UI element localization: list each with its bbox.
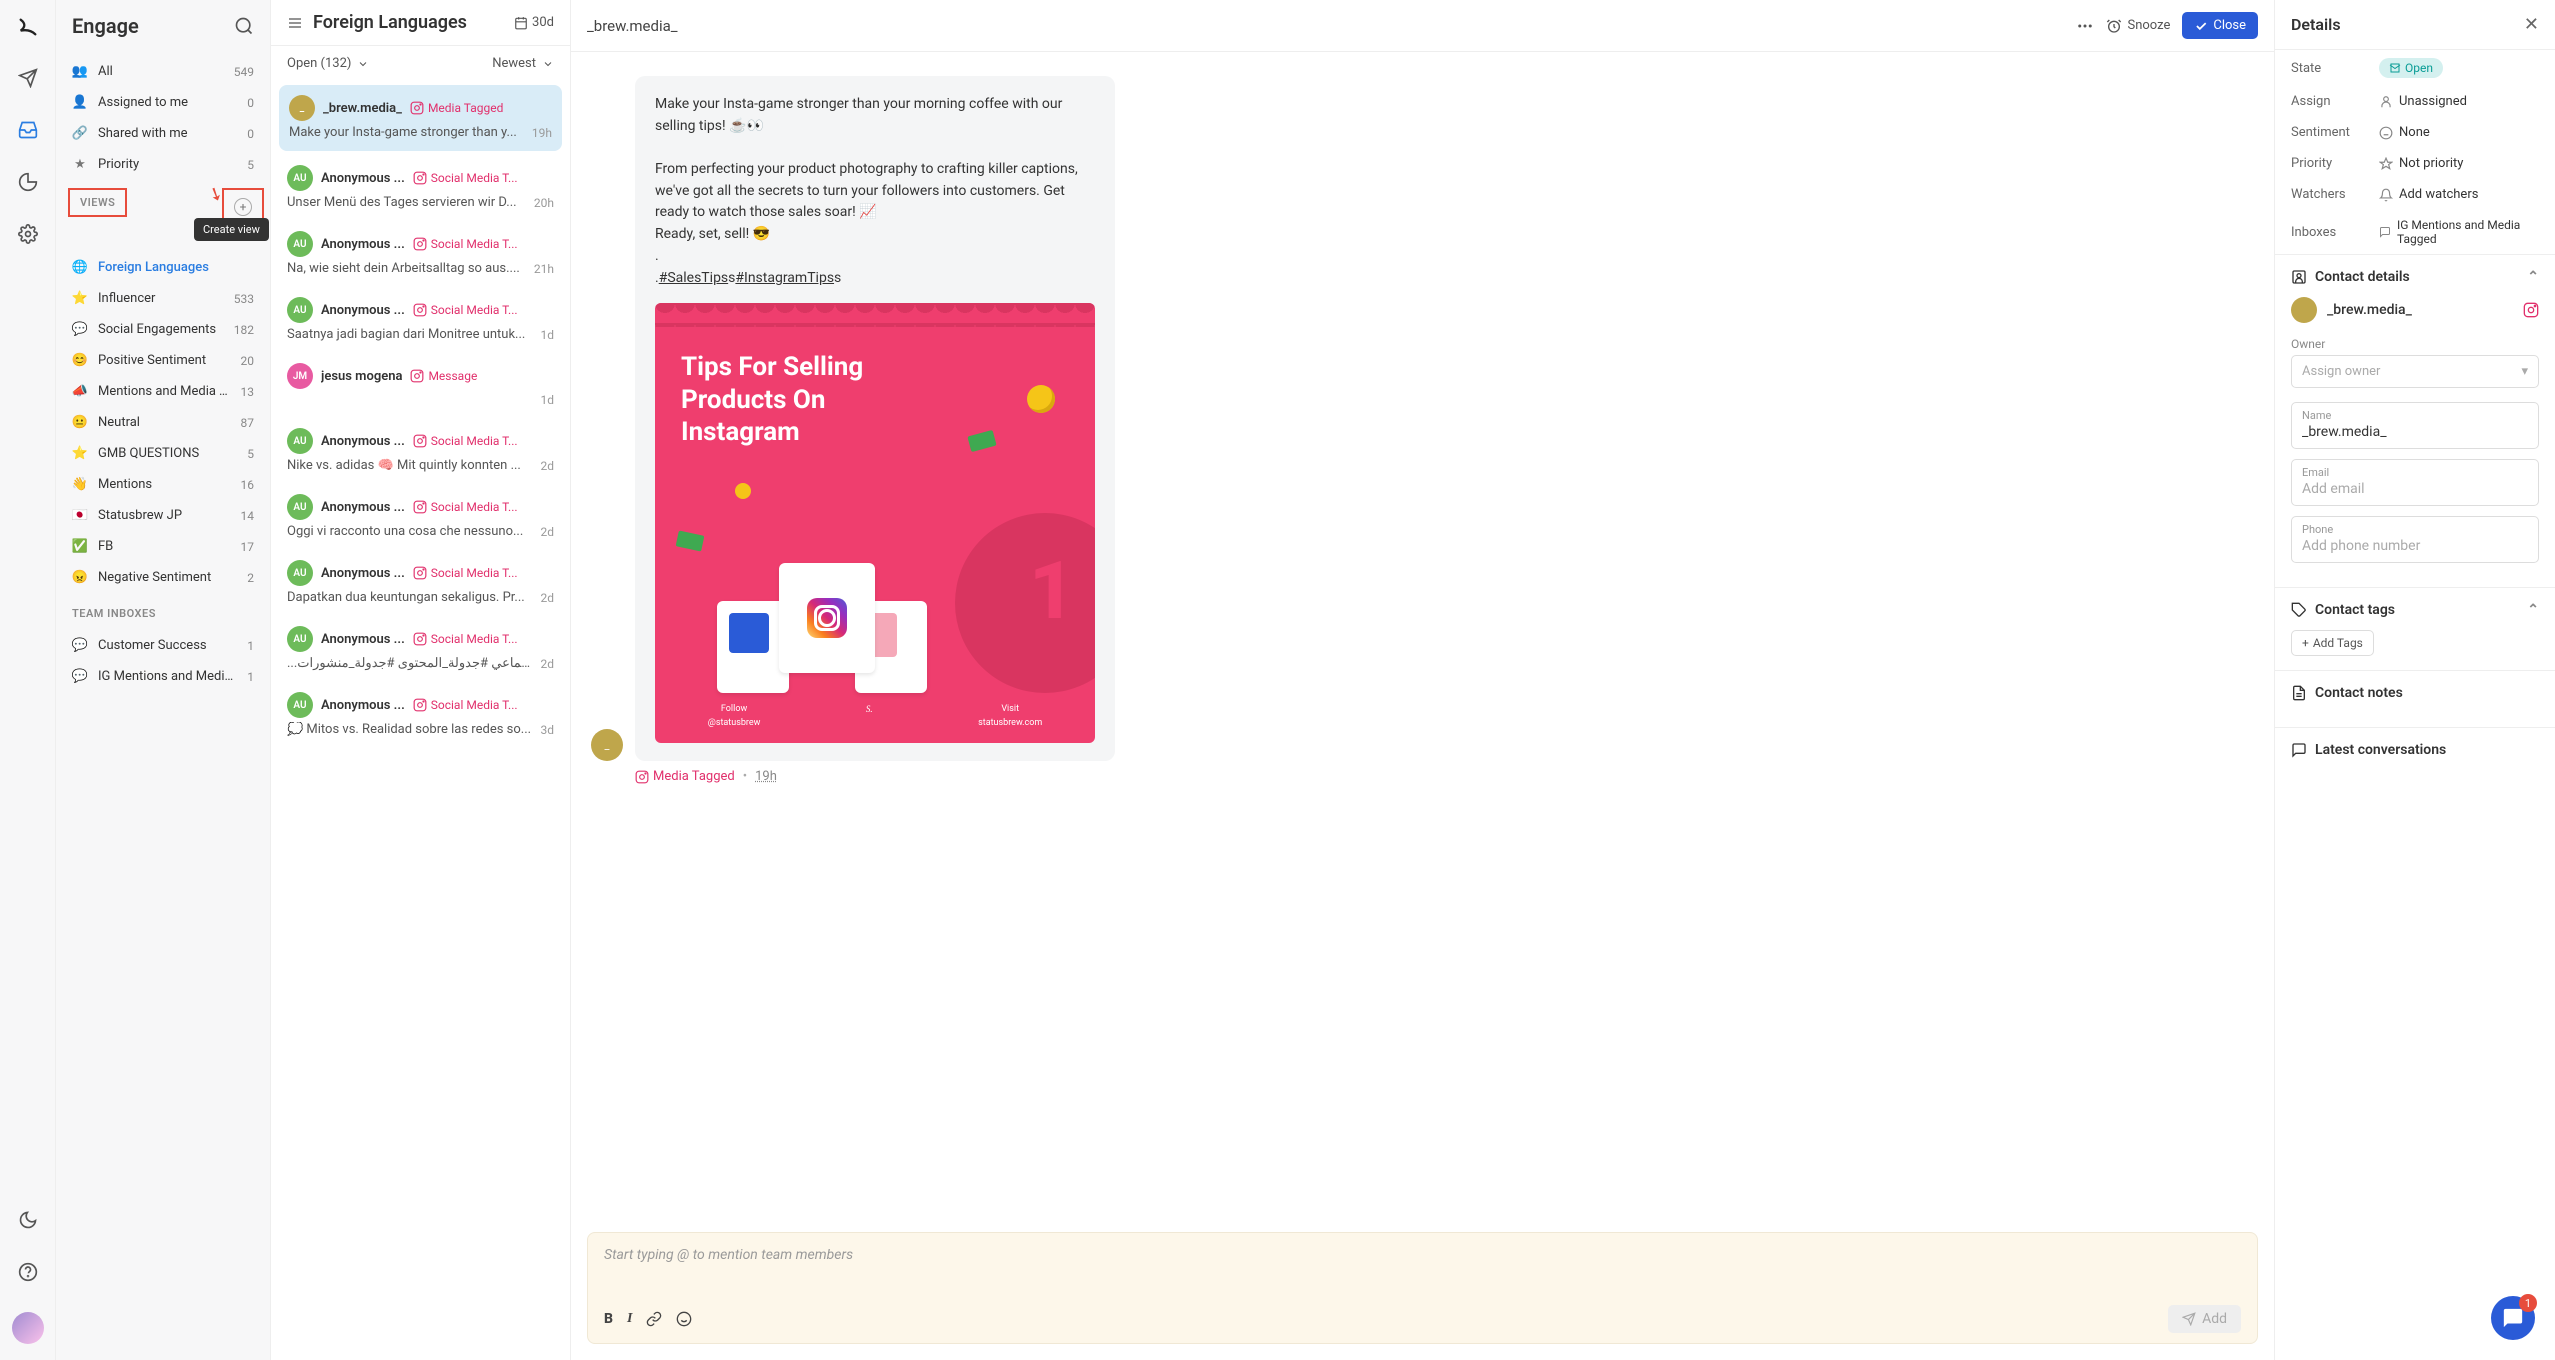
sidebar-team-inbox-item[interactable]: 💬IG Mentions and Media Tag...1 xyxy=(56,661,270,692)
details-title: Details xyxy=(2291,15,2341,34)
watchers-value[interactable]: Add watchers xyxy=(2379,187,2539,202)
contact-tags-header: Contact tags xyxy=(2315,602,2395,618)
conversation-item[interactable]: AU Anonymous ... Social Media T... Na, w… xyxy=(271,221,570,287)
conversation-item[interactable]: AU Anonymous ... Social Media T... Dapat… xyxy=(271,550,570,616)
send-icon[interactable] xyxy=(16,66,40,90)
close-button[interactable]: Close xyxy=(2182,12,2258,39)
conversation-list: Foreign Languages 30d Open (132) Newest … xyxy=(271,0,571,1360)
message-bubble: Make your Insta-game stronger than your … xyxy=(635,76,1115,761)
conversation-item[interactable]: JM jesus mogena Message 1d xyxy=(271,353,570,418)
contact-avatar xyxy=(2291,297,2317,323)
chat-widget[interactable]: 1 xyxy=(2491,1296,2535,1340)
close-details-icon[interactable]: ✕ xyxy=(2524,14,2539,35)
app-logo xyxy=(17,16,39,38)
sidebar-view-item[interactable]: ✅FB17 xyxy=(56,531,270,562)
message-image: Tips For Selling Products On Instagram 1… xyxy=(655,303,1095,743)
conversation-item[interactable]: AU Anonymous ... Social Media T... ...وا… xyxy=(271,616,570,682)
chevron-up-icon[interactable]: ⌃ xyxy=(2527,269,2539,285)
chevron-up-icon[interactable]: ⌃ xyxy=(2527,602,2539,618)
more-icon[interactable] xyxy=(2076,17,2094,35)
sidebar-filter-item[interactable]: 🔗Shared with me0 xyxy=(56,118,270,149)
status-filter[interactable]: Open (132) xyxy=(287,56,369,71)
theme-icon[interactable] xyxy=(16,1208,40,1232)
composer-placeholder: Start typing @ to mention team members xyxy=(604,1247,2241,1297)
reports-icon[interactable] xyxy=(16,170,40,194)
conversation-item[interactable]: _ _brew.media_ Media Tagged Make your In… xyxy=(279,85,562,151)
sort-selector[interactable]: Newest xyxy=(492,56,554,71)
conversation-item[interactable]: AU Anonymous ... Social Media T... 💭 Mit… xyxy=(271,682,570,748)
settings-icon[interactable] xyxy=(16,222,40,246)
sidebar-view-item[interactable]: 😐Neutral87 xyxy=(56,407,270,438)
message-timestamp[interactable]: 19h xyxy=(755,769,777,784)
duration-selector[interactable]: 30d xyxy=(514,15,554,30)
latest-conversations-header: Latest conversations xyxy=(2315,742,2446,758)
conversation-item[interactable]: AU Anonymous ... Social Media T... Saatn… xyxy=(271,287,570,353)
sidebar-filter-item[interactable]: 👤Assigned to me0 xyxy=(56,87,270,118)
add-tags-button[interactable]: +Add Tags xyxy=(2291,630,2374,656)
phone-field[interactable]: Phone Add phone number xyxy=(2291,516,2539,563)
page-title: Engage xyxy=(72,14,139,38)
views-section-header: VIEWS xyxy=(68,188,127,217)
instagram-icon[interactable] xyxy=(2523,302,2539,318)
snooze-button[interactable]: Snooze xyxy=(2106,18,2170,34)
search-icon[interactable] xyxy=(234,16,254,36)
view-title: Foreign Languages xyxy=(313,12,504,33)
chat-badge: 1 xyxy=(2519,1294,2537,1312)
add-view-button[interactable]: + xyxy=(234,198,252,216)
contact-notes-header: Contact notes xyxy=(2315,685,2403,701)
help-icon[interactable] xyxy=(16,1260,40,1284)
email-field[interactable]: Email Add email xyxy=(2291,459,2539,506)
sidebar-view-item[interactable]: 🇯🇵Statusbrew JP14 xyxy=(56,500,270,531)
assign-value[interactable]: Unassigned xyxy=(2379,94,2539,109)
user-avatar[interactable] xyxy=(12,1312,44,1344)
message-avatar: _ xyxy=(591,729,623,761)
sidebar-view-item[interactable]: 😊Positive Sentiment20 xyxy=(56,345,270,376)
team-inboxes-header: TEAM INBOXES xyxy=(56,597,270,626)
inbox-icon[interactable] xyxy=(16,118,40,142)
sidebar: Engage 👥All549👤Assigned to me0🔗Shared wi… xyxy=(56,0,271,1360)
details-panel: Details ✕ State Open Assign Unassigned xyxy=(2275,0,2555,1360)
sidebar-view-item[interactable]: 👋Mentions16 xyxy=(56,469,270,500)
sidebar-view-item[interactable]: 😠Negative Sentiment2 xyxy=(56,562,270,593)
sidebar-view-item[interactable]: 💬Social Engagements182 xyxy=(56,314,270,345)
owner-select[interactable]: Assign owner ▾ xyxy=(2291,355,2539,388)
emoji-icon[interactable] xyxy=(676,1311,692,1327)
name-field[interactable]: Name _brew.media_ xyxy=(2291,402,2539,449)
contact-details-header: Contact details xyxy=(2315,269,2410,285)
link-icon[interactable] xyxy=(646,1311,662,1327)
sidebar-filter-item[interactable]: 👥All549 xyxy=(56,56,270,87)
sidebar-view-item[interactable]: ⭐GMB QUESTIONS5 xyxy=(56,438,270,469)
conversation-item[interactable]: AU Anonymous ... Social Media T... Oggi … xyxy=(271,484,570,550)
italic-icon[interactable]: I xyxy=(627,1311,632,1327)
contact-name: _brew.media_ xyxy=(2327,302,2513,318)
menu-icon[interactable] xyxy=(287,15,303,31)
conversation-item[interactable]: AU Anonymous ... Social Media T... Unser… xyxy=(271,155,570,221)
inboxes-value[interactable]: IG Mentions and Media Tagged xyxy=(2379,218,2539,246)
icon-rail xyxy=(0,0,56,1360)
message-tag: Media Tagged xyxy=(635,769,735,784)
conversation-contact: _brew.media_ xyxy=(587,17,2064,35)
sidebar-team-inbox-item[interactable]: 💬Customer Success1 xyxy=(56,630,270,661)
sidebar-view-item[interactable]: 📣Mentions and Media Tagg...13 xyxy=(56,376,270,407)
add-button[interactable]: Add xyxy=(2168,1305,2241,1333)
sidebar-view-item[interactable]: ⭐Influencer533 xyxy=(56,283,270,314)
composer[interactable]: Start typing @ to mention team members B… xyxy=(587,1232,2258,1344)
priority-value[interactable]: Not priority xyxy=(2379,156,2539,171)
conversation-item[interactable]: AU Anonymous ... Social Media T... Nike … xyxy=(271,418,570,484)
sidebar-filter-item[interactable]: ★Priority5 xyxy=(56,149,270,180)
state-value[interactable]: Open xyxy=(2379,58,2539,78)
create-view-tooltip: Create view xyxy=(194,218,269,241)
main-panel: _brew.media_ Snooze Close _ Make your In… xyxy=(571,0,2275,1360)
bold-icon[interactable]: B xyxy=(604,1311,613,1327)
sentiment-value[interactable]: None xyxy=(2379,125,2539,140)
sidebar-view-item[interactable]: 🌐Foreign Languages xyxy=(56,252,270,283)
